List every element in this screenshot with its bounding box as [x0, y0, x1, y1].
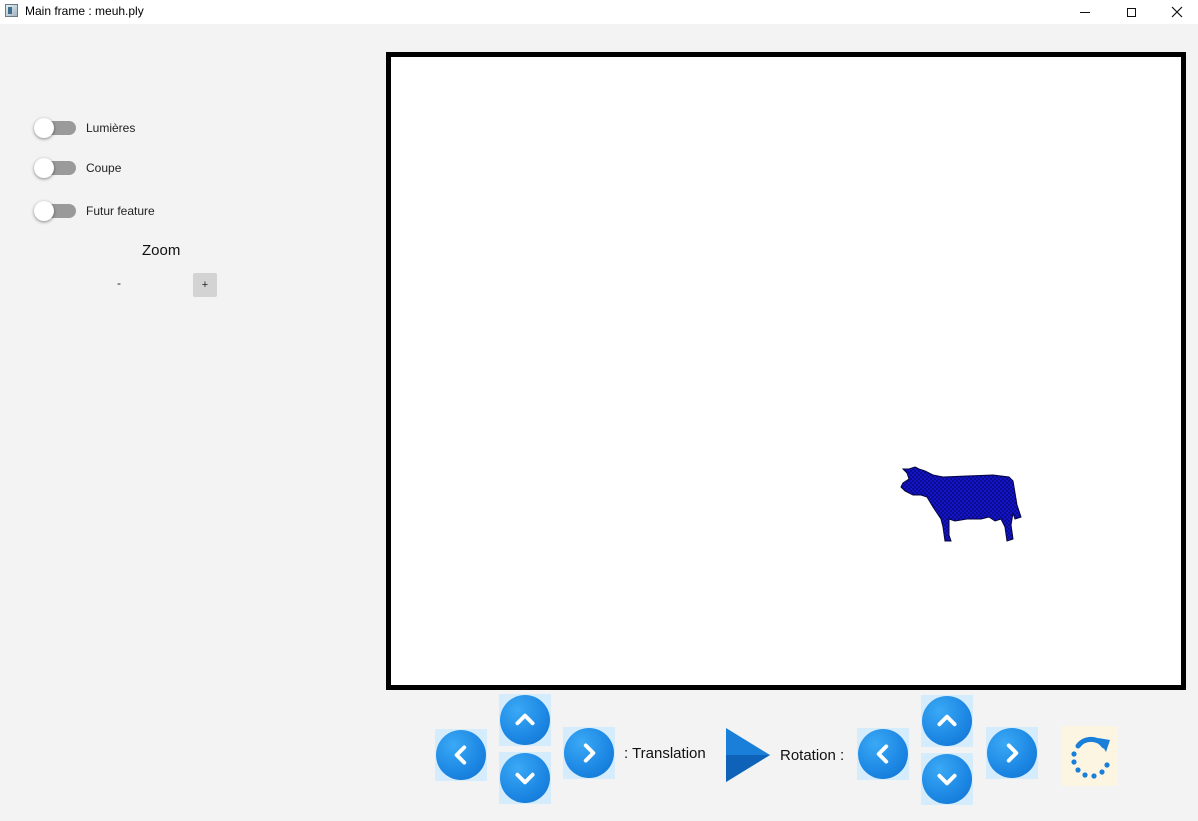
zoom-in-button[interactable]: +: [193, 273, 217, 297]
zoom-title: Zoom: [142, 242, 181, 259]
chevron-right-icon: [1006, 743, 1019, 763]
chevron-left-icon: [454, 745, 467, 765]
toggle-knob: [34, 118, 54, 138]
rotate-down-button[interactable]: [921, 753, 973, 805]
toggle-switch[interactable]: [34, 118, 76, 138]
toggle-switch[interactable]: [34, 158, 76, 178]
toggle-label: Futur feature: [86, 204, 155, 218]
chevron-down-icon: [937, 773, 957, 786]
toggle-lumieres[interactable]: Lumières: [34, 117, 136, 139]
toggle-label: Coupe: [86, 161, 122, 175]
chevron-right-icon: [583, 743, 596, 763]
maximize-button[interactable]: [1108, 0, 1154, 24]
toggle-switch[interactable]: [34, 201, 76, 221]
title-bar: Main frame : meuh.ply: [0, 0, 1198, 24]
close-icon: [1171, 6, 1183, 18]
translate-up-button[interactable]: [499, 694, 551, 746]
translate-left-button[interactable]: [435, 729, 487, 781]
chevron-up-icon: [937, 714, 957, 727]
toggle-futur-feature[interactable]: Futur feature: [34, 200, 155, 222]
maximize-icon: [1126, 7, 1136, 17]
translate-right-button[interactable]: [563, 727, 615, 779]
rotate-right-button[interactable]: [986, 727, 1038, 779]
chevron-down-icon: [515, 772, 535, 785]
rotate-left-button[interactable]: [857, 728, 909, 780]
play-icon[interactable]: [722, 726, 772, 784]
chevron-up-icon: [515, 713, 535, 726]
minimize-button[interactable]: [1062, 0, 1108, 24]
minimize-icon: [1080, 11, 1090, 13]
cow-model-icon: [900, 466, 1022, 542]
3d-viewport[interactable]: [386, 52, 1186, 690]
rotation-label: Rotation :: [780, 747, 845, 764]
translation-label: : Translation: [624, 745, 706, 762]
close-button[interactable]: [1154, 0, 1198, 24]
app-icon: [5, 4, 18, 17]
toggle-knob: [34, 158, 54, 178]
rotate-reset-icon: [1071, 736, 1110, 779]
translate-down-button[interactable]: [499, 752, 551, 804]
toggle-label: Lumières: [86, 121, 136, 135]
chevron-left-icon: [876, 744, 889, 764]
rotate-up-button[interactable]: [921, 695, 973, 747]
reset-rotation-button[interactable]: [1062, 726, 1118, 786]
toggle-coupe[interactable]: Coupe: [34, 157, 122, 179]
zoom-out-button[interactable]: -: [112, 276, 126, 290]
window-title: Main frame : meuh.ply: [25, 4, 144, 18]
toggle-knob: [34, 201, 54, 221]
